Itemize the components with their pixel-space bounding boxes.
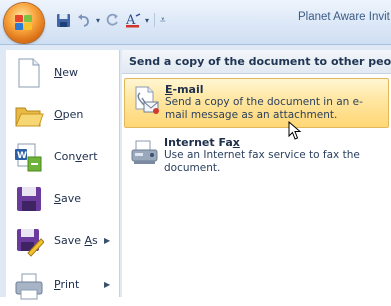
menu-item-label: New bbox=[54, 66, 78, 79]
option-description: Send a copy of the document in an e-mail… bbox=[165, 96, 363, 121]
save-as-icon bbox=[14, 225, 45, 257]
option-title: E-mail bbox=[165, 83, 204, 96]
office-logo-icon bbox=[15, 15, 33, 31]
menu-item-label: Print bbox=[54, 278, 80, 291]
menu-item-convert[interactable]: W Convert bbox=[6, 136, 119, 178]
svg-text:W: W bbox=[17, 151, 27, 161]
undo-icon[interactable] bbox=[75, 11, 93, 29]
title-bar: ▾ A ▾ ⩡ Planet Aware Invit bbox=[0, 0, 391, 45]
send-panel: Send a copy of the document to other peo… bbox=[122, 50, 391, 297]
customize-icon[interactable]: ⩡ bbox=[160, 15, 166, 26]
menu-item-new[interactable]: New bbox=[6, 52, 119, 94]
open-folder-icon bbox=[14, 99, 44, 131]
menu-item-label: Open bbox=[54, 108, 84, 121]
window-title: Planet Aware Invit bbox=[298, 11, 390, 23]
office-button[interactable] bbox=[4, 3, 44, 43]
mouse-cursor-icon bbox=[288, 120, 302, 141]
command-list: New Open W Convert Save Save As ▶ Print … bbox=[6, 50, 120, 300]
menu-item-save[interactable]: Save bbox=[6, 178, 119, 220]
format-dropdown-icon[interactable]: ▾ bbox=[145, 16, 149, 25]
printer-icon bbox=[14, 269, 44, 301]
convert-icon: W bbox=[14, 141, 44, 173]
option-title: Internet Fax bbox=[164, 136, 240, 149]
email-icon bbox=[131, 85, 161, 115]
fax-icon bbox=[130, 138, 160, 168]
menu-item-label: Save As bbox=[54, 234, 98, 247]
redo-icon[interactable] bbox=[103, 11, 121, 29]
save-disk-icon bbox=[14, 183, 44, 215]
toolbar-separator bbox=[154, 13, 156, 27]
panel-heading: Send a copy of the document to other peo… bbox=[122, 50, 391, 74]
save-icon[interactable] bbox=[54, 11, 72, 29]
email-option[interactable]: E-mail Send a copy of the document in an… bbox=[124, 78, 389, 128]
office-menu: New Open W Convert Save Save As ▶ Print … bbox=[0, 45, 391, 300]
menu-item-label: Convert bbox=[54, 150, 98, 163]
menu-item-print[interactable]: Print ▶ bbox=[6, 264, 119, 306]
menu-item-open[interactable]: Open bbox=[6, 94, 119, 136]
menu-item-save-as[interactable]: Save As ▶ bbox=[6, 220, 119, 262]
internet-fax-option[interactable]: Internet Fax Use an Internet fax service… bbox=[124, 132, 389, 178]
new-document-icon bbox=[14, 57, 44, 89]
submenu-arrow-icon: ▶ bbox=[104, 280, 111, 289]
quick-access-toolbar: ▾ A ▾ ⩡ bbox=[54, 10, 166, 30]
undo-dropdown-icon[interactable]: ▾ bbox=[96, 16, 100, 25]
format-icon[interactable]: A bbox=[124, 11, 142, 29]
option-description: Use an Internet fax service to fax the d… bbox=[164, 149, 360, 174]
menu-item-label: Save bbox=[54, 192, 82, 205]
submenu-arrow-icon: ▶ bbox=[104, 236, 111, 245]
